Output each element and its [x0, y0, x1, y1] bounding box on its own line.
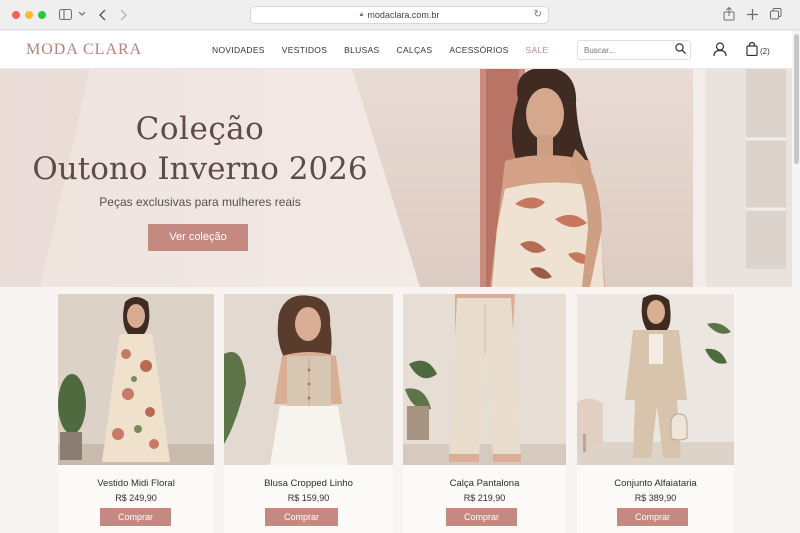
product-price: R$ 219,90 — [463, 493, 506, 503]
product-name[interactable]: Blusa Cropped Linho — [224, 478, 393, 489]
close-window-button[interactable] — [12, 11, 20, 19]
product-name[interactable]: Conjunto Alfaiataria — [577, 478, 734, 489]
buy-button[interactable]: Comprar — [100, 508, 171, 526]
view-collection-button[interactable]: Ver coleção — [148, 224, 248, 251]
site-logo[interactable]: MODA CLARA — [26, 41, 142, 59]
hero-subtitle: Peças exclusivas para mulheres reais — [99, 195, 301, 209]
product-price: R$ 249,90 — [115, 493, 157, 503]
buy-button[interactable]: Comprar — [265, 508, 338, 526]
search-input[interactable] — [577, 40, 691, 60]
back-arrow-icon[interactable] — [99, 9, 107, 21]
product-name[interactable]: Calça Pantalona — [403, 478, 566, 489]
nav-item-calcas[interactable]: CALÇAS — [397, 45, 433, 55]
product-card[interactable]: Calça Pantalona R$ 219,90 Comprar — [403, 294, 566, 533]
nav-item-sale[interactable]: SALE — [526, 45, 549, 55]
shopping-bag-icon[interactable] — [746, 42, 758, 56]
product-image[interactable] — [577, 294, 734, 465]
site-header: MODA CLARA NOVIDADES VESTIDOS BLUSAS CAL… — [0, 31, 792, 69]
product-image[interactable] — [58, 294, 214, 465]
nav-item-acessorios[interactable]: ACESSÓRIOS — [449, 45, 508, 55]
product-card[interactable]: Conjunto Alfaiataria R$ 389,90 Comprar — [577, 294, 734, 533]
tabs-overview-icon[interactable] — [770, 8, 782, 20]
cart-count-badge[interactable]: (2) — [760, 47, 770, 56]
scrollbar-thumb[interactable] — [794, 34, 799, 164]
forward-arrow-icon[interactable] — [119, 9, 127, 21]
nav-item-vestidos[interactable]: VESTIDOS — [282, 45, 327, 55]
new-tab-icon[interactable] — [747, 9, 758, 20]
search-icon[interactable] — [675, 43, 686, 54]
chevron-down-icon[interactable] — [78, 11, 86, 17]
product-price: R$ 159,90 — [287, 493, 330, 503]
buy-button[interactable]: Comprar — [617, 508, 688, 526]
zoom-window-button[interactable] — [38, 11, 46, 19]
product-card[interactable]: Blusa Cropped Linho R$ 159,90 Comprar — [224, 294, 393, 533]
browser-toolbar: 🔒︎ modaclara.com.br ↻ — [0, 0, 800, 30]
product-image[interactable] — [403, 294, 566, 465]
product-card[interactable]: Vestido Midi Floral R$ 249,90 Comprar — [58, 294, 214, 533]
share-icon[interactable] — [723, 7, 735, 21]
url-text: modaclara.com.br — [367, 10, 440, 20]
product-price: R$ 389,90 — [634, 493, 677, 503]
hero-banner: Coleção Outono Inverno 2026 Peças exclus… — [0, 69, 792, 287]
product-grid: Vestido Midi Floral R$ 249,90 Comprar Bl… — [0, 287, 792, 533]
nav-item-blusas[interactable]: BLUSAS — [344, 45, 379, 55]
hero-title-line2: Outono Inverno 2026 — [32, 151, 368, 187]
main-nav: NOVIDADES VESTIDOS BLUSAS CALÇAS ACESSÓR… — [212, 45, 565, 55]
minimize-window-button[interactable] — [25, 11, 33, 19]
buy-button[interactable]: Comprar — [446, 508, 517, 526]
product-name[interactable]: Vestido Midi Floral — [58, 478, 214, 489]
user-account-icon[interactable] — [713, 42, 727, 57]
product-image[interactable] — [224, 294, 393, 465]
address-bar[interactable]: 🔒︎ modaclara.com.br ↻ — [250, 6, 549, 24]
reload-icon[interactable]: ↻ — [534, 9, 542, 20]
nav-item-novidades[interactable]: NOVIDADES — [212, 45, 265, 55]
lock-icon: 🔒︎ — [359, 11, 364, 18]
sidebar-toggle-icon[interactable] — [59, 9, 73, 21]
hero-title-line1: Coleção — [135, 111, 265, 147]
